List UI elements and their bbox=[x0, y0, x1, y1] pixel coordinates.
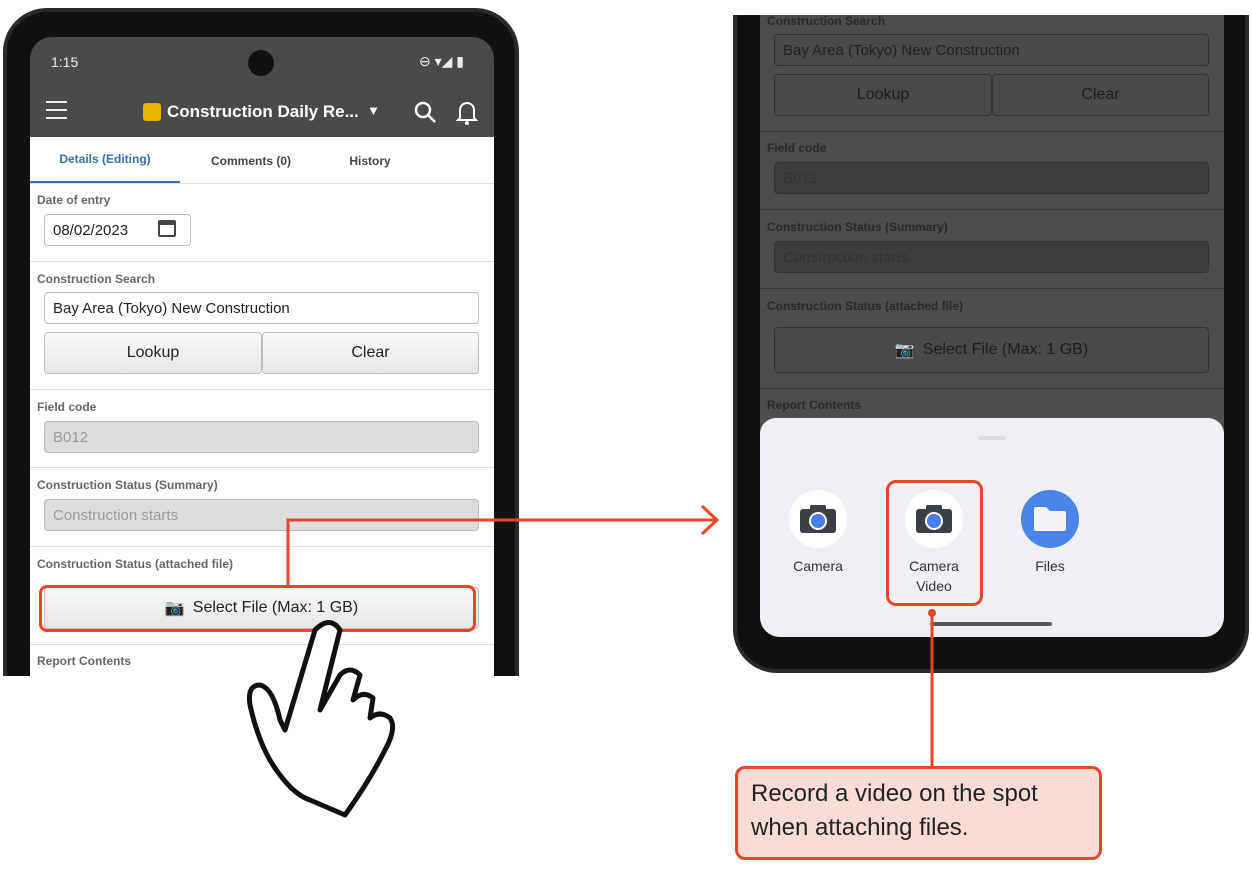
arrow-connector bbox=[286, 504, 936, 768]
callout-text: Record a video on the spot when attachin… bbox=[751, 780, 1038, 841]
callout-box: Record a video on the spot when attachin… bbox=[735, 766, 1102, 860]
pointing-hand-icon bbox=[247, 620, 396, 818]
